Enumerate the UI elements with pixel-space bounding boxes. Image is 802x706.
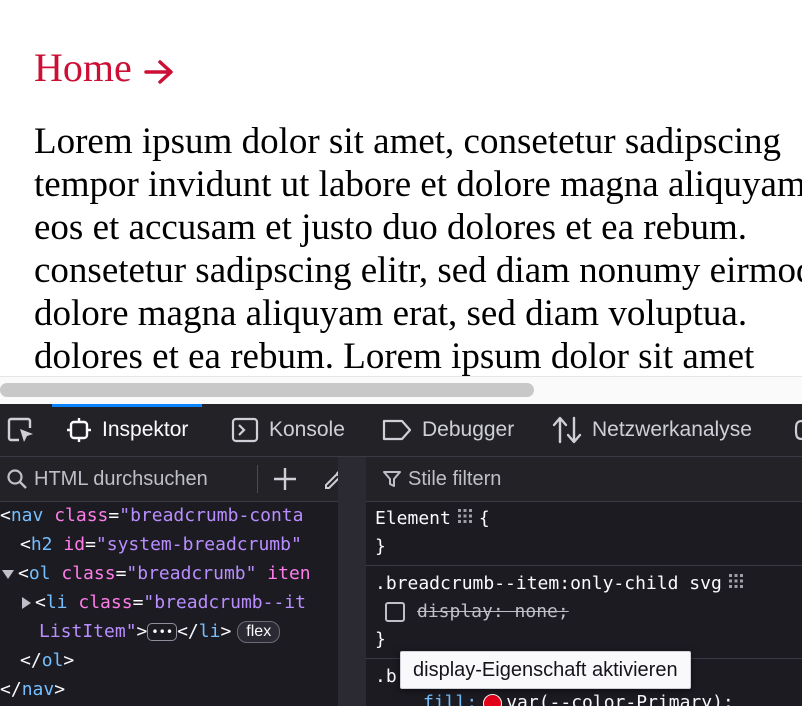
paragraph-line: dolore magna aliquyam erat, sed diam vol… (34, 293, 748, 334)
fill-value[interactable]: var(--color-Primary); (506, 692, 734, 706)
inspector-icon (67, 418, 91, 442)
rule-selector: Element (375, 508, 451, 529)
collapsed-content-ellipsis[interactable]: ••• (147, 623, 178, 641)
console-icon (231, 417, 259, 443)
markup-node-li-continued[interactable]: ListItem"> ••• </li> flex (0, 617, 338, 646)
flex-badge[interactable]: flex (237, 621, 281, 643)
markup-toolbar: HTML durchsuchen (0, 457, 348, 502)
pane-splitter[interactable] (338, 457, 366, 706)
lorem-paragraph: Lorem ipsum dolor sit amet, consetetur s… (34, 120, 802, 376)
horizontal-scrollbar[interactable] (0, 376, 802, 405)
color-swatch[interactable] (483, 693, 503, 706)
collapse-arrow-icon[interactable] (22, 597, 31, 609)
disabled-declaration[interactable]: display: none; (417, 601, 569, 622)
markup-node-nav[interactable]: <nav class="breadcrumb-conta (0, 501, 338, 530)
html-search-field[interactable]: HTML durchsuchen (6, 463, 208, 495)
scrollbar-thumb[interactable] (0, 383, 534, 397)
rule-element: Element{ } (366, 501, 802, 566)
rule-breadcrumb-item-svg: .breadcrumb--item:only-child svg display… (366, 566, 802, 659)
element-picker-button[interactable] (4, 414, 38, 448)
tab-overflow[interactable] (792, 404, 802, 456)
markup-tree: <nav class="breadcrumb-conta <h2 id="sys… (0, 501, 338, 704)
tab-label: Netzwerkanalyse (592, 418, 752, 441)
tab-label: Konsole (269, 418, 345, 441)
search-icon (7, 469, 27, 489)
toggle-declaration-checkbox[interactable] (385, 602, 405, 622)
markup-node-ol[interactable]: <ol class="breadcrumb" iten (0, 559, 338, 588)
markup-node-li[interactable]: <li class="breadcrumb--it (0, 588, 338, 617)
rule-selector: .breadcrumb--item:only-child svg (375, 573, 722, 594)
styles-filter-field[interactable]: Stile filtern (366, 457, 802, 502)
devtools-tabbar: Inspektor Konsole Debugger Netzwerkanaly… (0, 404, 802, 457)
more-tools-icon (794, 419, 802, 441)
paragraph-line: consetetur sadipscing elitr, sed diam no… (34, 250, 802, 291)
markup-pane: HTML durchsuchen <nav class="breadcrumb-… (0, 457, 348, 706)
element-picker-icon (7, 417, 33, 442)
tab-label: Debugger (422, 418, 515, 441)
tab-label: Inspektor (102, 418, 189, 441)
tab-netzwerkanalyse[interactable]: Netzwerkanalyse (552, 404, 752, 456)
breadcrumb-home-label: Home (34, 45, 132, 90)
add-node-button[interactable] (268, 463, 302, 495)
grid-icon[interactable] (457, 505, 473, 533)
expand-arrow-icon[interactable] (2, 569, 14, 579)
tab-debugger[interactable]: Debugger (382, 404, 514, 456)
filter-icon (383, 471, 401, 487)
plus-icon (274, 468, 296, 490)
tab-konsole[interactable]: Konsole (231, 404, 345, 456)
filter-placeholder: Stile filtern (408, 467, 502, 490)
arrow-right-icon (144, 59, 174, 85)
toolbar-separator (257, 465, 258, 493)
fill-property[interactable]: fill: (423, 692, 477, 706)
paragraph-line: tempor invidunt ut labore et dolore magn… (34, 164, 802, 205)
network-icon (552, 416, 582, 444)
breadcrumb-home-link[interactable]: Home (34, 44, 174, 92)
page-viewport: Home Lorem ipsum dolor sit amet, consete… (0, 0, 802, 376)
tab-inspektor[interactable]: Inspektor (52, 404, 203, 456)
paragraph-line: eos et accusam et justo duo dolores et e… (34, 207, 748, 248)
markup-node-ol-close[interactable]: </ol> (0, 646, 338, 675)
markup-node-h2[interactable]: <h2 id="system-breadcrumb" (0, 530, 338, 559)
markup-node-nav-close[interactable]: </nav> (0, 675, 338, 704)
debugger-icon (382, 419, 412, 441)
paragraph-line: Lorem ipsum dolor sit amet, consetetur s… (34, 121, 782, 162)
tooltip: display-Eigenschaft aktivieren (400, 651, 691, 689)
grid-icon[interactable] (728, 570, 744, 598)
search-placeholder: HTML durchsuchen (34, 467, 208, 490)
paragraph-line: dolores et ea rebum. Lorem ipsum dolor s… (34, 336, 755, 376)
rule-selector: .b (375, 666, 397, 687)
